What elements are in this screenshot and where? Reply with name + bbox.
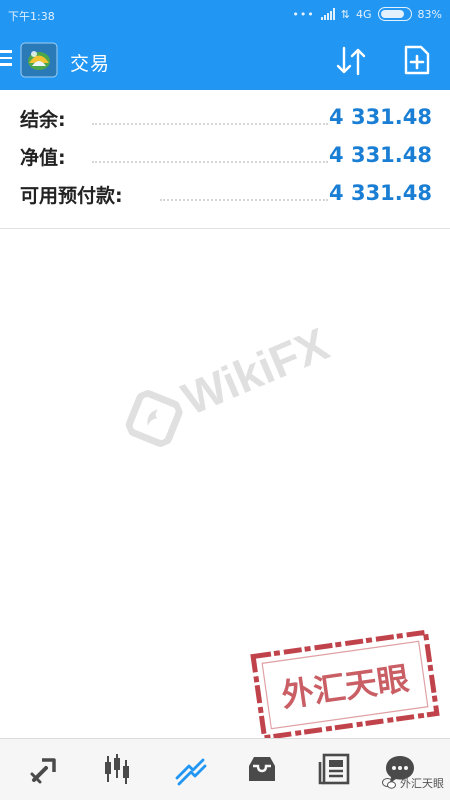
account-row-equity: 净值: 4 331.48 — [0, 128, 450, 169]
free-margin-label: 可用预付款: — [20, 185, 123, 207]
status-time: 下午1:38 — [8, 10, 55, 23]
account-summary: 结余: 4 331.48 净值: 4 331.48 可用预付款: 4 331.4… — [0, 90, 450, 207]
chart-icon — [105, 754, 129, 784]
app-bar: 交易 — [0, 30, 450, 90]
page-title: 交易 — [70, 53, 111, 75]
trade-icon — [175, 758, 207, 786]
nav-news[interactable] — [314, 749, 354, 789]
data-transfer-icon: ⇅ — [340, 7, 351, 21]
section-divider — [0, 228, 450, 229]
quotes-icon — [30, 758, 56, 784]
network-type: 4G — [356, 7, 372, 21]
history-icon — [249, 757, 275, 781]
battery-percent: 83% — [417, 7, 442, 21]
account-row-balance: 结余: 4 331.48 — [0, 90, 450, 131]
nav-quotes[interactable] — [25, 749, 65, 789]
stamp-text: 外汇天眼 — [279, 659, 411, 714]
battery-icon — [377, 7, 412, 21]
signal-icon — [320, 8, 335, 20]
nav-trade[interactable] — [170, 749, 210, 789]
new-order-icon[interactable] — [402, 44, 432, 76]
wechat-icon — [382, 777, 396, 789]
balance-value: 4 331.48 — [329, 105, 432, 129]
status-indicators: ••• ⇅ 4G 83% — [292, 7, 442, 21]
metatrader-logo[interactable] — [20, 42, 58, 78]
dotted-leader — [160, 199, 328, 201]
news-icon — [318, 753, 350, 785]
wechat-credit: 外汇天眼 — [382, 775, 444, 791]
more-notifications-icon: ••• — [292, 7, 315, 21]
status-bar: 下午1:38 ••• ⇅ 4G 83% — [0, 0, 450, 30]
sort-icon[interactable] — [334, 44, 368, 78]
stamp-watermark: 外汇天眼 — [250, 629, 440, 741]
nav-chart[interactable] — [97, 749, 137, 789]
nav-history[interactable] — [242, 749, 282, 789]
equity-value: 4 331.48 — [329, 143, 432, 167]
dotted-leader — [92, 161, 328, 163]
wikifx-watermark: WikiFX — [94, 288, 366, 501]
credit-text: 外汇天眼 — [400, 777, 444, 790]
dotted-leader — [92, 123, 328, 125]
watermark-text: WikiFX — [174, 317, 336, 426]
menu-icon[interactable] — [0, 50, 14, 68]
free-margin-value: 4 331.48 — [329, 181, 432, 205]
account-row-free-margin: 可用预付款: 4 331.48 — [0, 166, 450, 207]
